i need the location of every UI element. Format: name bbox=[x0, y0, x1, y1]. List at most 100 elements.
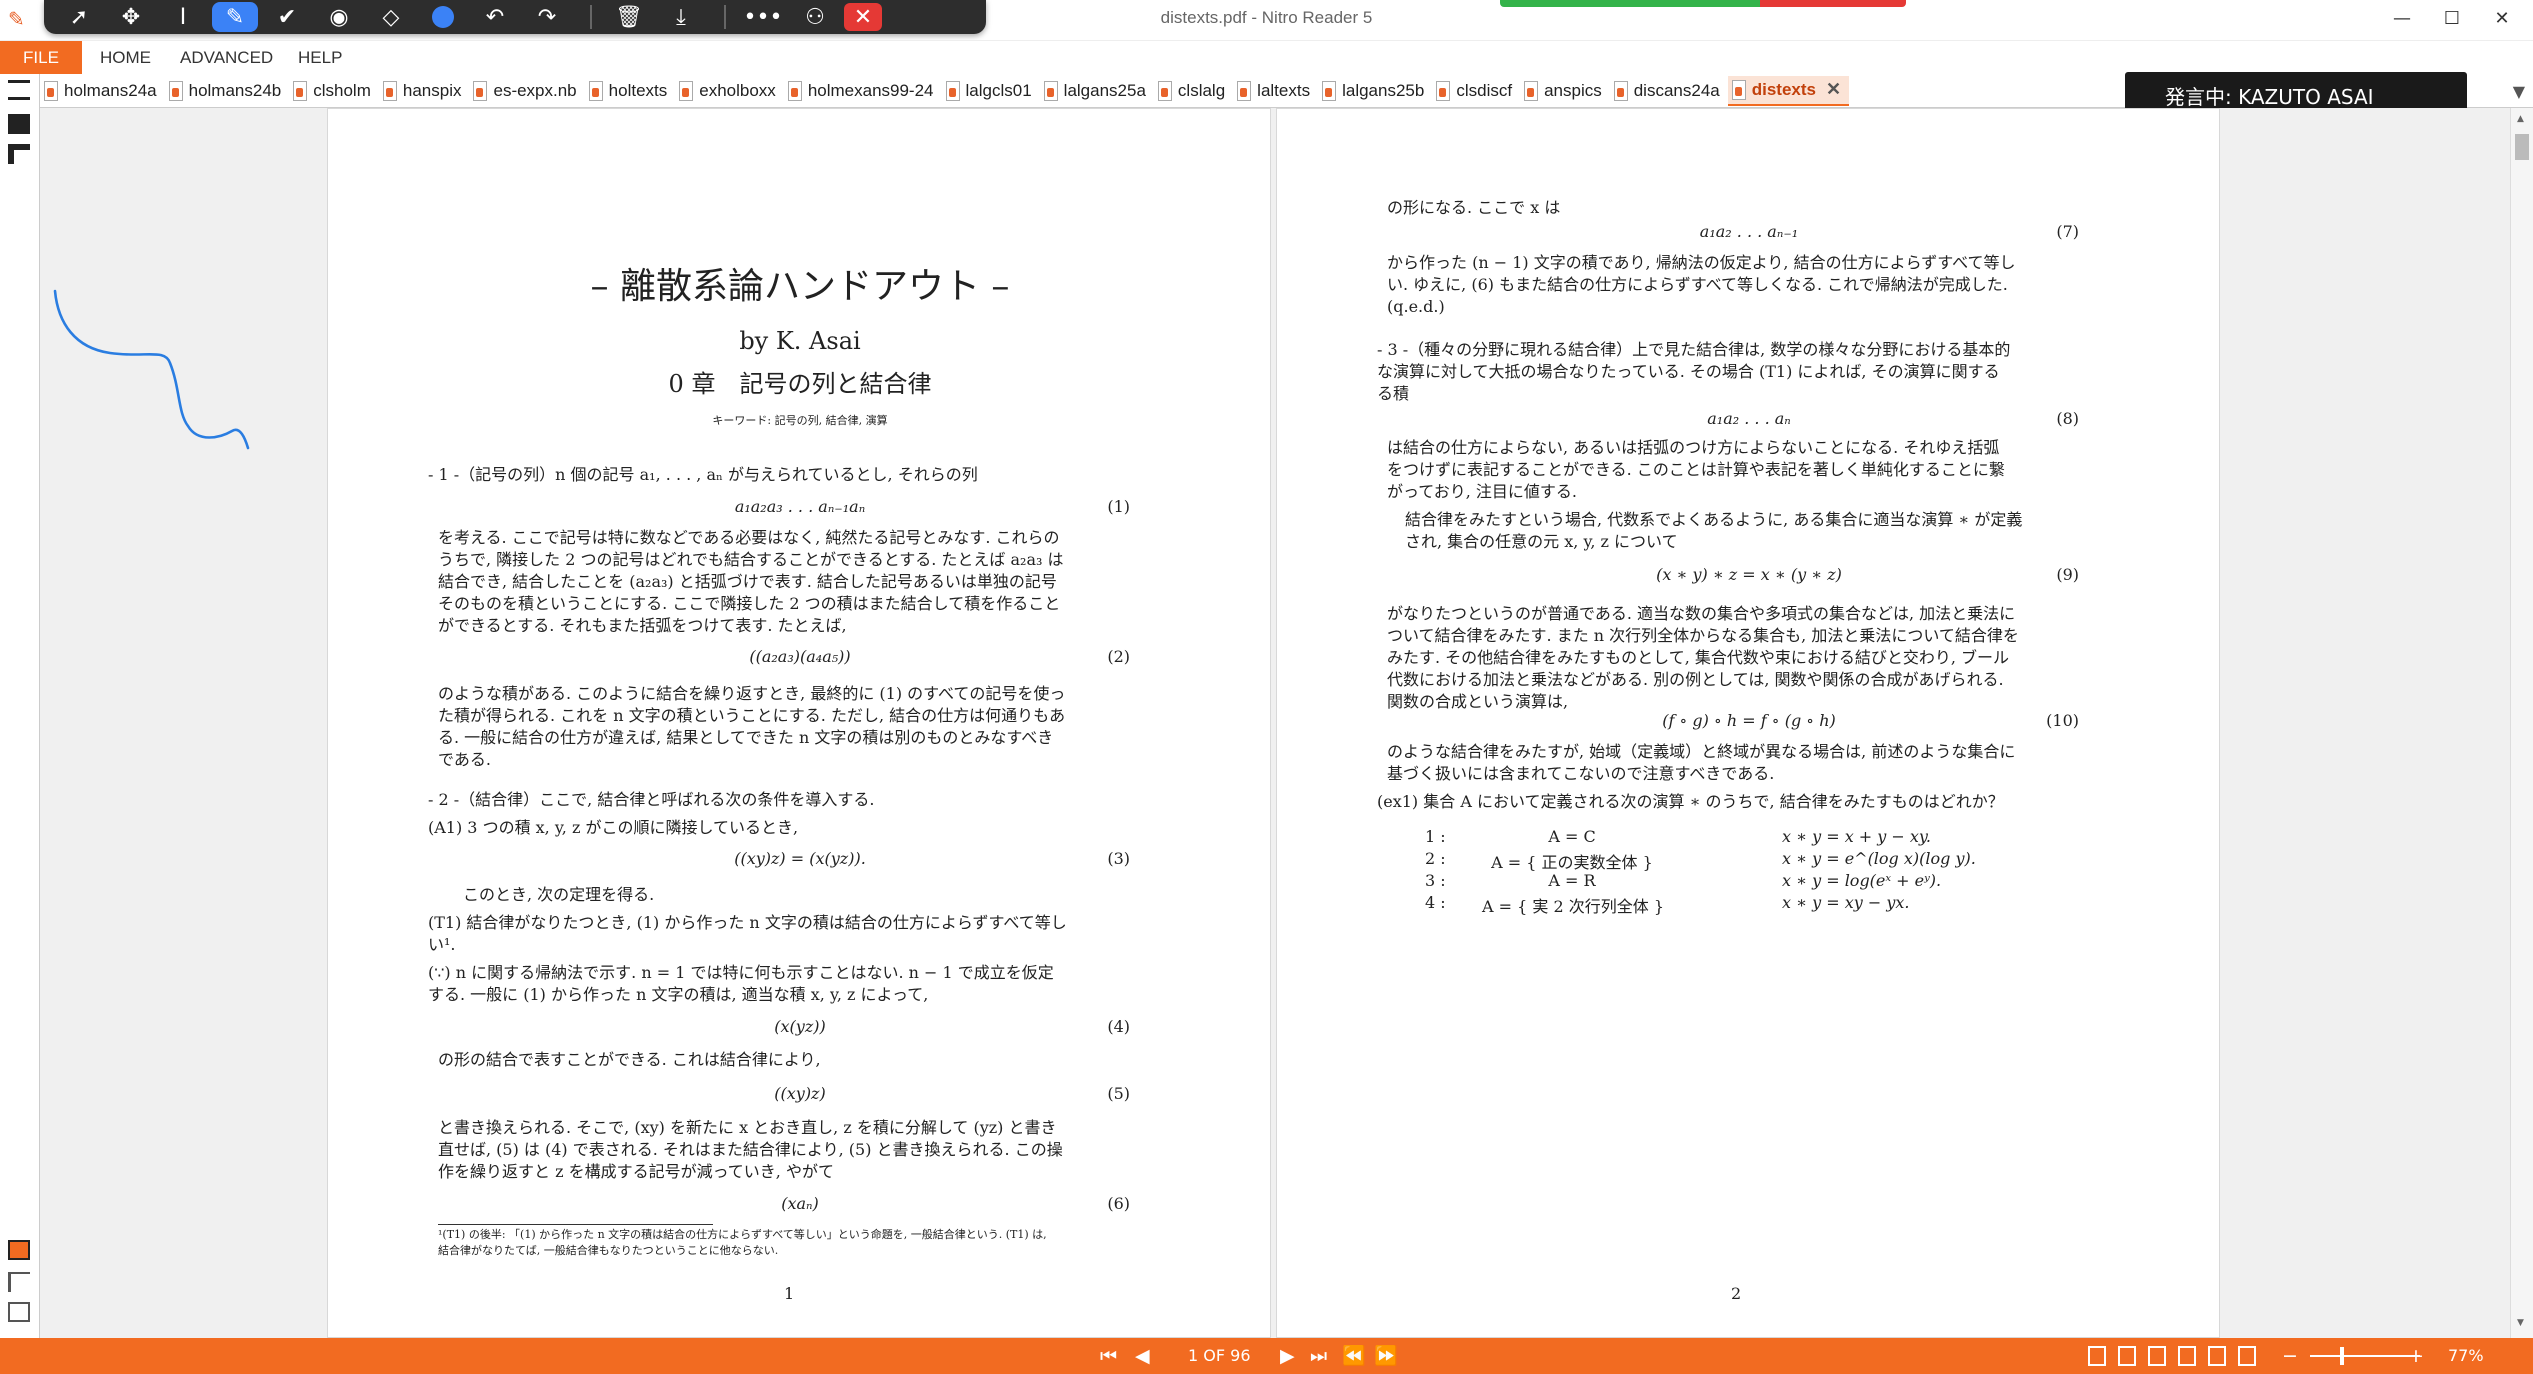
zoom-slider[interactable] bbox=[2310, 1355, 2420, 1357]
menu-advanced[interactable]: ADVANCED bbox=[180, 41, 273, 75]
text-line: な演算に対して大抵の場合なりたっている. その場合 (T1) によれば, その演… bbox=[1377, 362, 2000, 381]
trash-icon[interactable]: 🗑 bbox=[606, 0, 652, 34]
equation-1: a₁a₂a₃ . . . aₙ₋₁aₙ bbox=[734, 497, 866, 516]
back-view-icon[interactable]: ⏪ bbox=[1342, 1338, 1366, 1374]
paragraph: のような積がある. このように結合を繰り返すとき, 最終的に (1) のすべての… bbox=[438, 683, 1138, 771]
text-line: 関数の合成という演算は, bbox=[1387, 692, 1569, 711]
pdf-file-icon bbox=[382, 80, 397, 101]
text-line: のような積がある. このように結合を繰り返すとき, 最終的に (1) のすべての… bbox=[438, 684, 1066, 703]
tab-lalgans25b[interactable]: lalgans25b bbox=[1318, 76, 1432, 106]
vertical-scrollbar[interactable]: ▲ ▼ bbox=[2510, 108, 2533, 1338]
zoom-in-icon[interactable]: + bbox=[2408, 1338, 2424, 1374]
pages-icon[interactable] bbox=[8, 114, 30, 134]
text-line: る. 一般に結合の仕方が違えば, 結果としてできた n 文字の積は別のものとみな… bbox=[438, 728, 1054, 747]
share-icon[interactable]: ⚇ bbox=[792, 0, 838, 34]
tab-clslalg[interactable]: clslalg bbox=[1154, 76, 1233, 106]
tab-lalgans25a[interactable]: lalgans25a bbox=[1040, 76, 1154, 106]
tab-clsholm[interactable]: clsholm bbox=[289, 76, 379, 106]
single-page-view-icon[interactable] bbox=[2088, 1346, 2106, 1366]
tab-laltexts[interactable]: laltexts bbox=[1233, 76, 1318, 106]
tab-hanspix[interactable]: hanspix bbox=[379, 76, 470, 106]
tabs-overflow-icon[interactable]: ▼ bbox=[2513, 82, 2525, 101]
first-page-icon[interactable]: ⏮ bbox=[1100, 1338, 1117, 1374]
text-cursor-icon[interactable]: I bbox=[160, 0, 206, 34]
text-line: である. bbox=[438, 750, 491, 769]
page-indicator[interactable]: 1 OF 96 bbox=[1188, 1338, 1251, 1374]
scroll-thumb[interactable] bbox=[2515, 134, 2529, 160]
tab-anspics[interactable]: anspics bbox=[1520, 76, 1610, 106]
close-icon[interactable]: ✕ bbox=[844, 3, 882, 31]
facing-view-icon[interactable] bbox=[2148, 1346, 2166, 1366]
paragraph: から作った (n − 1) 文字の積であり, 帰納法の仮定より, 結合の仕方によ… bbox=[1387, 252, 2087, 318]
pdf-file-icon bbox=[1613, 80, 1628, 101]
tab-holmans24a[interactable]: holmans24a bbox=[40, 76, 165, 106]
fit-page-icon[interactable] bbox=[2238, 1346, 2256, 1366]
text-line: を考える. ここで記号は特に数などである必要はなく, 純然たる記号とみなす. こ… bbox=[438, 528, 1060, 547]
check-icon[interactable]: ✔ bbox=[264, 0, 310, 34]
scroll-down-icon[interactable]: ▼ bbox=[2517, 1318, 2524, 1328]
tab-lalgcls01[interactable]: lalgcls01 bbox=[942, 76, 1040, 106]
layers-icon[interactable] bbox=[8, 1272, 30, 1292]
previous-page-icon[interactable]: ◀ bbox=[1135, 1338, 1150, 1374]
minimize-button[interactable]: — bbox=[2380, 4, 2424, 34]
tab-close-icon[interactable]: ✕ bbox=[1826, 79, 1841, 100]
equation-3: ((xy)z) = (x(yz)). bbox=[734, 849, 866, 868]
next-page-icon[interactable]: ▶ bbox=[1280, 1338, 1295, 1374]
menu-home[interactable]: HOME bbox=[100, 41, 151, 75]
pdf-file-icon bbox=[1436, 80, 1451, 101]
continuous-view-icon[interactable] bbox=[2118, 1346, 2136, 1366]
undo-icon[interactable]: ↶ bbox=[472, 0, 518, 34]
menu-help[interactable]: HELP bbox=[298, 41, 342, 75]
color-icon[interactable] bbox=[420, 0, 466, 34]
document-viewer[interactable]: – 離散系論ハンドアウト – by K. Asai 0 章 記号の列と結合律 キ… bbox=[40, 108, 2510, 1338]
tab-es-expx.nb[interactable]: es-expx.nb bbox=[469, 76, 584, 106]
tab-holmans24b[interactable]: holmans24b bbox=[165, 76, 290, 106]
ink-annotation[interactable] bbox=[40, 108, 290, 468]
paragraph: の形の結合で表すことができる. これは結合律により, bbox=[438, 1050, 821, 1069]
text-line: のような結合律をみたすが, 始域（定義域）と終域が異なる場合は, 前述のような集… bbox=[1387, 742, 2016, 761]
tab-distexts[interactable]: distexts ✕ bbox=[1727, 75, 1850, 106]
scroll-up-icon[interactable]: ▲ bbox=[2517, 114, 2524, 124]
status-bar: ⏮ ◀ 1 OF 96 ▶ ⏭ ⏪ ⏩ − + 77% bbox=[0, 1338, 2533, 1374]
exercise-op: x ∗ y = x + y − xy. bbox=[1782, 827, 1931, 846]
doc-title: – 離散系論ハンドアウト – bbox=[590, 266, 1010, 307]
pdf-file-icon bbox=[1524, 80, 1539, 101]
zoom-out-icon[interactable]: − bbox=[2282, 1338, 2298, 1374]
bookmarks-icon[interactable] bbox=[8, 80, 30, 100]
text-line: 結合律をみたすという場合, 代数系でよくあるように, ある集合に適当な演算 ∗ … bbox=[1405, 510, 2023, 529]
doc-author: by K. Asai bbox=[739, 327, 861, 355]
zoom-slider-thumb[interactable] bbox=[2340, 1347, 2344, 1365]
more-icon[interactable]: ••• bbox=[740, 0, 786, 34]
eraser-icon[interactable]: ◇ bbox=[368, 0, 414, 34]
stamp-icon[interactable]: ◉ bbox=[316, 0, 362, 34]
equation-4: (x(yz)) bbox=[774, 1017, 826, 1036]
exercise-op: x ∗ y = xy − yx. bbox=[1782, 893, 1910, 912]
download-icon[interactable]: ⤓ bbox=[658, 0, 704, 34]
page-number: 2 bbox=[1731, 1284, 1742, 1303]
fit-width-icon[interactable] bbox=[2208, 1346, 2226, 1366]
facing-continuous-view-icon[interactable] bbox=[2178, 1346, 2196, 1366]
tab-discans24a[interactable]: discans24a bbox=[1610, 76, 1728, 106]
forward-view-icon[interactable]: ⏩ bbox=[1374, 1338, 1398, 1374]
zoom-level[interactable]: 77% bbox=[2448, 1338, 2484, 1374]
maximize-button[interactable]: ☐ bbox=[2430, 4, 2474, 34]
menu-file[interactable]: FILE bbox=[0, 41, 82, 75]
text-line: 結合でき, 結合したことを (a₂a₃) と括弧づけで表す. 結合した記号あるい… bbox=[438, 572, 1057, 591]
tab-clsdiscf[interactable]: clsdiscf bbox=[1432, 76, 1520, 106]
exercise-1: (ex1) 集合 A において定義される次の演算 ∗ のうちで, 結合律をみたす… bbox=[1377, 792, 2004, 811]
tab-exholboxx[interactable]: exholboxx bbox=[675, 76, 784, 106]
close-window-button[interactable]: ✕ bbox=[2480, 4, 2524, 34]
text-line: る積 bbox=[1377, 384, 1410, 403]
select-icon[interactable]: ➚ bbox=[56, 0, 102, 34]
exercise-num: 4 : bbox=[1425, 893, 1446, 912]
app-window: ✎ distexts.pdf - Nitro Reader 5 — ☐ ✕ ➚ … bbox=[0, 0, 2533, 1374]
comments-icon[interactable] bbox=[8, 144, 30, 164]
move-icon[interactable]: ✥ bbox=[108, 0, 154, 34]
output-icon[interactable] bbox=[8, 1302, 30, 1322]
tab-holtexts[interactable]: holtexts bbox=[585, 76, 676, 106]
pen-icon[interactable]: ✎ bbox=[212, 2, 258, 32]
redo-icon[interactable]: ↷ bbox=[524, 0, 570, 34]
tab-holmexans99-24[interactable]: holmexans99-24 bbox=[784, 76, 942, 106]
attachments-icon[interactable] bbox=[8, 1240, 30, 1260]
last-page-icon[interactable]: ⏭ bbox=[1310, 1338, 1327, 1374]
